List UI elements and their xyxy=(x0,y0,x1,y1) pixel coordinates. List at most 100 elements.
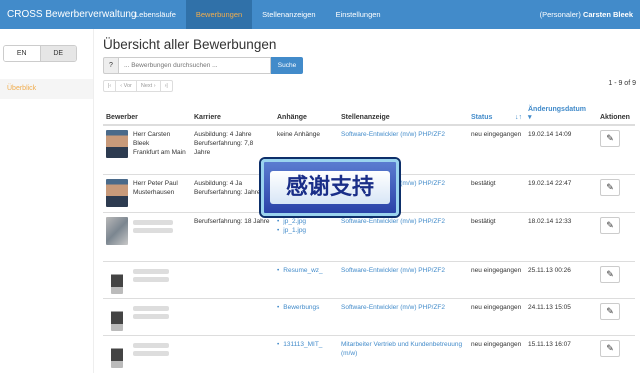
search-input[interactable] xyxy=(119,57,271,74)
column-header-bewerber: Bewerber xyxy=(103,101,191,126)
edit-button[interactable]: ✎ xyxy=(600,339,620,357)
status-cell: neu eingegangen xyxy=(468,260,525,298)
sort-icon[interactable]: ↓↑ xyxy=(515,114,522,121)
attachment-list: Bewerbungs xyxy=(277,303,335,312)
career-cell xyxy=(191,260,274,298)
date-cell: 19.02.14 14:09 xyxy=(525,124,597,174)
pager-first-button[interactable]: |‹ xyxy=(104,81,117,91)
column-header-karriere: Karriere xyxy=(191,101,274,126)
date-cell: 18.02.14 12:33 xyxy=(525,211,597,261)
pencil-icon: ✎ xyxy=(606,219,614,230)
status-cell: bestätigt xyxy=(468,211,525,261)
sort-desc-icon[interactable]: ▾ xyxy=(528,114,532,121)
pencil-icon: ✎ xyxy=(606,133,614,143)
avatar xyxy=(111,265,123,294)
redacted-name xyxy=(133,313,169,319)
career-cell: Berufserfahrung: 18 Jahre xyxy=(191,211,274,261)
status-cell: neu eingegangen xyxy=(468,124,525,174)
pagination: |‹ ‹ Vor Next › ›| xyxy=(103,80,173,92)
attachment-link[interactable]: 131113_MIT_ xyxy=(283,341,322,348)
overlay-badge: 感谢支持 xyxy=(261,159,399,216)
career-cell xyxy=(191,297,274,335)
job-ad-link[interactable]: Mitarbeiter Vertrieb und Kundenbetreuung… xyxy=(341,341,462,357)
applicant-location: Frankfurt am Main xyxy=(133,149,186,156)
user-name: Carsten Bleek xyxy=(582,10,633,19)
attachment-list: Resume_wz_ xyxy=(277,266,335,275)
pager-last-button[interactable]: ›| xyxy=(161,81,172,91)
top-navbar: CROSS Bewerberverwaltung Lebensläufe Bew… xyxy=(0,0,640,29)
redacted-name xyxy=(133,276,169,282)
nav-item-einstellungen[interactable]: Einstellungen xyxy=(326,0,391,29)
edit-button[interactable]: ✎ xyxy=(600,302,620,320)
edit-button[interactable]: ✎ xyxy=(600,216,620,234)
applicant-name[interactable]: Herr Peter Paul Musterhausen xyxy=(133,180,178,196)
pager-next-button[interactable]: Next › xyxy=(137,81,161,91)
job-ad-link[interactable]: Software-Entwickler (m/w) PHP/ZF2 xyxy=(341,267,445,274)
nav-item-stellenanzeigen[interactable]: Stellenanzeigen xyxy=(252,0,325,29)
table-header-row: Bewerber Karriere Anhänge Stellenanzeige… xyxy=(103,101,635,126)
redacted-name xyxy=(133,305,169,311)
applicant-name[interactable]: Herr Carsten Bleek xyxy=(133,131,170,147)
page-title: Übersicht aller Bewerbungen xyxy=(103,37,277,52)
user-role: (Personaler) xyxy=(539,10,581,19)
nav-item-lebenslaeufe[interactable]: Lebensläufe xyxy=(125,0,186,29)
status-cell: neu eingegangen xyxy=(468,297,525,335)
pencil-icon: ✎ xyxy=(606,305,614,316)
sidebar-item-overview[interactable]: Überblick xyxy=(0,79,93,99)
overlay-text: 感谢支持 xyxy=(270,171,390,204)
result-count: 1 - 9 of 9 xyxy=(608,80,636,87)
column-header-aktionen: Aktionen xyxy=(597,101,635,126)
job-ad-link[interactable]: Software-Entwickler (m/w) PHP/ZF2 xyxy=(341,304,445,311)
table-row: Bewerbungs Software-Entwickler (m/w) PHP… xyxy=(103,297,635,335)
pencil-icon: ✎ xyxy=(606,268,614,279)
search-help-button[interactable]: ? xyxy=(103,57,119,74)
attachment-list: 131113_MIT_ xyxy=(277,340,335,349)
column-header-anhaenge: Anhänge xyxy=(274,101,338,126)
redacted-name xyxy=(133,227,173,233)
date-cell: 19.02.14 22:47 xyxy=(525,173,597,212)
pager-prev-button[interactable]: ‹ Vor xyxy=(116,81,137,91)
lang-de-button[interactable]: DE xyxy=(39,46,76,61)
pencil-icon: ✎ xyxy=(606,342,614,353)
search-bar: ? Suche xyxy=(103,57,303,74)
search-button[interactable]: Suche xyxy=(271,57,303,74)
table-row: Berufserfahrung: 18 Jahre jp_2.jpg jp_1.… xyxy=(103,211,635,261)
user-menu[interactable]: (Personaler) Carsten Bleek xyxy=(540,0,633,29)
redacted-name xyxy=(133,268,169,274)
sidebar-divider xyxy=(93,29,94,373)
redacted-name xyxy=(133,219,173,225)
edit-button[interactable]: ✎ xyxy=(600,265,620,283)
attachment-link[interactable]: Resume_wz_ xyxy=(283,267,322,274)
lang-en-button[interactable]: EN xyxy=(4,46,40,61)
avatar xyxy=(106,130,128,158)
job-ad-link[interactable]: Software-Entwickler (m/w) PHP/ZF2 xyxy=(341,218,445,225)
pencil-icon: ✎ xyxy=(606,181,614,192)
status-cell: neu eingegangen xyxy=(468,334,525,372)
attachment-link[interactable]: jp_2.jpg xyxy=(283,218,306,225)
table-row: Resume_wz_ Software-Entwickler (m/w) PHP… xyxy=(103,260,635,298)
nav-item-bewerbungen[interactable]: Bewerbungen xyxy=(185,0,253,29)
date-header-label: Änderungsdatum xyxy=(528,106,586,113)
edit-button[interactable]: ✎ xyxy=(600,130,620,147)
table-row: 131113_MIT_ Mitarbeiter Vertrieb und Kun… xyxy=(103,334,635,372)
redacted-name xyxy=(133,342,169,348)
avatar xyxy=(106,178,128,207)
date-cell: 15.11.13 16:07 xyxy=(525,334,597,372)
edit-button[interactable]: ✎ xyxy=(600,178,620,196)
attachment-link[interactable]: Bewerbungs xyxy=(283,304,319,311)
app-brand[interactable]: CROSS Bewerberverwaltung xyxy=(0,9,137,20)
attachment-list: jp_2.jpg jp_1.jpg xyxy=(277,217,335,235)
avatar xyxy=(111,302,123,331)
avatar xyxy=(106,216,128,245)
career-cell xyxy=(191,334,274,372)
attachment-link[interactable]: jp_1.jpg xyxy=(283,227,306,234)
avatar xyxy=(111,339,123,368)
job-ad-link[interactable]: Software-Entwickler (m/w) PHP/ZF2 xyxy=(341,131,445,138)
column-header-stellenanzeige: Stellenanzeige xyxy=(338,101,468,126)
date-cell: 25.11.13 00:26 xyxy=(525,260,597,298)
language-switch: EN DE xyxy=(3,45,77,62)
column-header-status[interactable]: Status ↓↑ xyxy=(468,101,525,126)
redacted-name xyxy=(133,350,169,356)
column-header-aenderungsdatum[interactable]: Änderungsdatum ▾ xyxy=(525,101,597,126)
date-cell: 24.11.13 15:05 xyxy=(525,297,597,335)
